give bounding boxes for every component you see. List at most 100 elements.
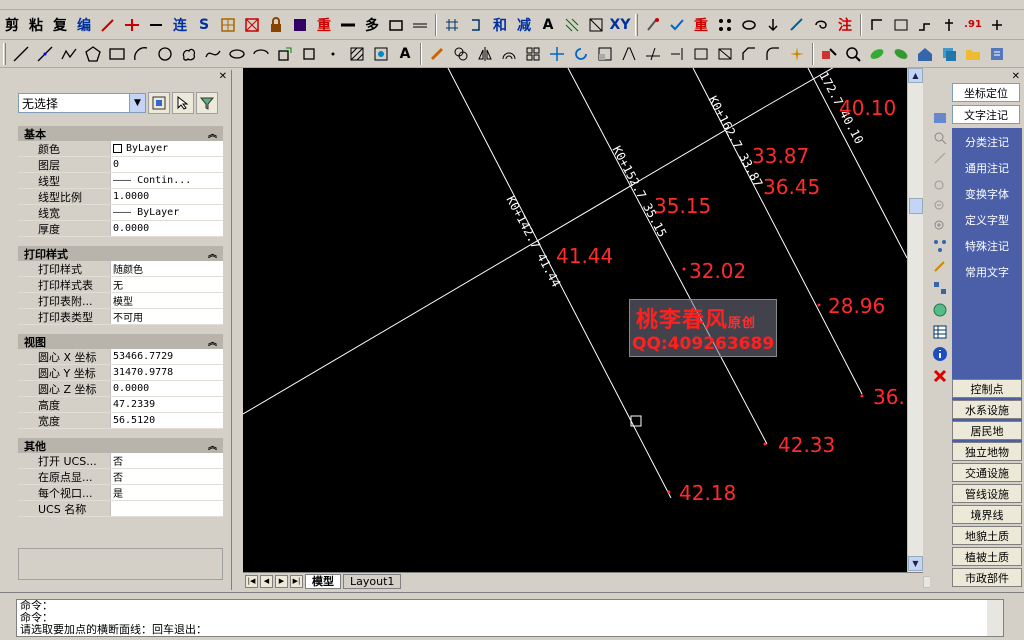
scale-icon[interactable] [594, 43, 616, 65]
scroll-up-button[interactable]: ▲ [908, 68, 923, 83]
section-header[interactable]: 其他 ︽ [18, 438, 223, 453]
category-transport[interactable]: 交通设施 [952, 463, 1022, 482]
rotate-icon[interactable] [570, 43, 592, 65]
property-row[interactable]: 圆心 Z 坐标 0.0000 [18, 381, 223, 397]
corner-icon[interactable] [866, 14, 888, 36]
menu-item-common-text[interactable]: 常用文字 [952, 264, 1022, 280]
property-row[interactable]: 打印样式表无 [18, 277, 223, 293]
category-control-points[interactable]: 控制点 [952, 379, 1022, 398]
property-value[interactable]: 1.0000 [110, 189, 223, 204]
mtext-button[interactable]: A [394, 43, 416, 65]
text-a-button[interactable]: A [537, 14, 559, 36]
subtract-button[interactable]: 减 [513, 14, 535, 36]
scroll-thumb[interactable] [909, 198, 923, 214]
property-row[interactable]: UCS 名称 [18, 501, 223, 517]
check-icon[interactable] [666, 14, 688, 36]
elevation-text[interactable]: 42.33 [778, 435, 835, 455]
four-icon[interactable] [385, 14, 407, 36]
network-icon[interactable] [932, 280, 948, 296]
polygon-icon[interactable] [82, 43, 104, 65]
command-window[interactable]: 命令： 命令： 请选取要加点的横断面线：回车退出： [16, 599, 1004, 637]
mirror-icon[interactable] [474, 43, 496, 65]
property-value[interactable]: 是 [110, 485, 223, 500]
swirl-icon[interactable] [810, 14, 832, 36]
chamfer-icon[interactable] [738, 43, 760, 65]
frame-icon[interactable] [890, 14, 912, 36]
zoom-in-icon[interactable] [932, 130, 948, 146]
stretch-icon[interactable] [618, 43, 640, 65]
property-row[interactable]: 线型比例 1.0000 [18, 189, 223, 205]
join-icon[interactable] [714, 43, 736, 65]
pin-icon[interactable] [938, 14, 960, 36]
property-value[interactable]: ByLayer [110, 141, 223, 156]
union-button[interactable]: 和 [489, 14, 511, 36]
elevation-text[interactable]: 35.15 [654, 196, 711, 216]
first-tab-button[interactable]: |◀ [245, 574, 258, 588]
cross-icon[interactable] [121, 14, 143, 36]
property-row[interactable]: 颜色 ByLayer [18, 141, 223, 157]
tab-model[interactable]: 模型 [305, 573, 341, 589]
elevation-text[interactable]: 36.45 [763, 177, 820, 197]
menu-item-change-font[interactable]: 变换字体 [952, 186, 1022, 202]
edit-pencil-icon[interactable] [932, 258, 948, 274]
property-value[interactable]: 不可用 [110, 309, 223, 324]
zoom-out-icon[interactable] [932, 218, 948, 234]
elevation-text[interactable]: 41.44 [556, 246, 613, 266]
insert-block-icon[interactable] [274, 43, 296, 65]
scroll-down-button[interactable]: ▼ [908, 556, 923, 571]
menu-item-define-font[interactable]: 定义字型 [952, 212, 1022, 228]
house-icon[interactable] [914, 43, 936, 65]
property-value[interactable]: 无 [110, 277, 223, 292]
collapse-icon[interactable]: ︽ [208, 127, 217, 140]
heavy-button[interactable]: 重 [690, 14, 712, 36]
close-icon[interactable]: ✕ [1012, 71, 1020, 82]
category-municipal[interactable]: 市政部件 [952, 568, 1022, 587]
edit-button[interactable]: 编 [73, 14, 95, 36]
pen-icon[interactable] [97, 14, 119, 36]
zoom-extents-icon[interactable] [932, 198, 948, 214]
hatch-tool-icon[interactable] [346, 43, 368, 65]
ellipse-arc-icon[interactable] [250, 43, 272, 65]
dash-icon[interactable] [337, 14, 359, 36]
selection-dropdown[interactable]: 无选择 ▼ [18, 93, 146, 113]
line-icon[interactable] [409, 14, 431, 36]
elevation-text[interactable]: 28.96 [828, 296, 885, 316]
box-x-icon[interactable] [241, 14, 263, 36]
construction-line-icon[interactable] [34, 43, 56, 65]
property-value[interactable]: 0.0000 [110, 381, 223, 396]
property-row[interactable]: 线型 ——— Contin... [18, 173, 223, 189]
paste-button[interactable]: 粘 [25, 14, 47, 36]
property-value[interactable]: 56.5120 [110, 413, 223, 428]
drawing-canvas[interactable]: K0+142.7 41.44 K0+152.7 35.15 K0+162.7 3… [243, 68, 907, 572]
extend-icon[interactable] [666, 43, 688, 65]
elevation-text[interactable]: 42.18 [679, 483, 736, 503]
explode-icon[interactable] [786, 43, 808, 65]
link-icon[interactable] [738, 14, 760, 36]
property-value[interactable]: 模型 [110, 293, 223, 308]
ruler-icon[interactable] [585, 14, 607, 36]
fillet-icon[interactable] [762, 43, 784, 65]
menu-item-category-annotation[interactable]: 分类注记 [952, 134, 1022, 150]
move-icon[interactable] [546, 43, 568, 65]
menu-item-special-annotation[interactable]: 特殊注记 [952, 238, 1022, 254]
region-icon[interactable] [370, 43, 392, 65]
collapse-icon[interactable]: ︽ [208, 335, 217, 348]
property-value[interactable]: 否 [110, 469, 223, 484]
measure-icon[interactable] [786, 14, 808, 36]
prev-tab-button[interactable]: ◀ [260, 574, 273, 588]
point-icon[interactable] [322, 43, 344, 65]
layers-icon[interactable] [938, 43, 960, 65]
close-icon[interactable]: ✕ [219, 71, 227, 82]
elevation-point[interactable] [682, 267, 686, 271]
leaf2-icon[interactable] [890, 43, 912, 65]
property-value[interactable]: 0 [110, 157, 223, 172]
bracket-icon[interactable] [465, 14, 487, 36]
multi-button[interactable]: 多 [361, 14, 383, 36]
polyline-icon[interactable] [58, 43, 80, 65]
elevation-text[interactable]: 40.10 [839, 98, 896, 118]
category-settlements[interactable]: 居民地 [952, 421, 1022, 440]
property-value[interactable]: 53466.7729 [110, 349, 223, 364]
section-header[interactable]: 打印样式 ︽ [18, 246, 223, 261]
property-row[interactable]: 宽度 56.5120 [18, 413, 223, 429]
category-independent-features[interactable]: 独立地物 [952, 442, 1022, 461]
